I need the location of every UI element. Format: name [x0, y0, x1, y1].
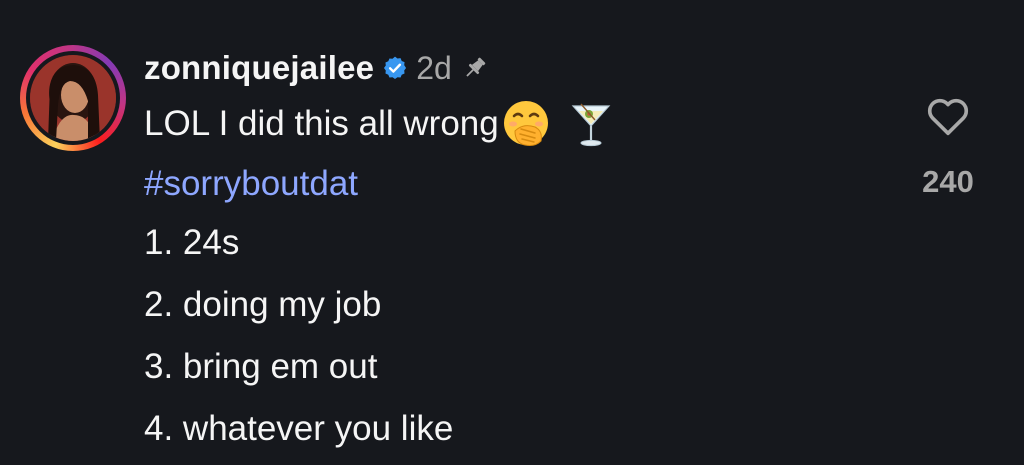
avatar[interactable] [30, 55, 116, 141]
timestamp: 2d [416, 49, 452, 86]
caption-text: LOL I did this all wrong [144, 104, 499, 143]
hashtag-link[interactable]: #sorryboutdat [144, 156, 613, 212]
heart-icon[interactable] [926, 96, 970, 136]
face-with-hand-over-mouth-emoji [501, 99, 551, 149]
comment-body: zonniquejailee 2d LOL I did this all wro… [144, 44, 613, 460]
verified-badge-icon [382, 55, 408, 81]
comment-header: zonniquejailee 2d [144, 44, 613, 92]
pin-icon [462, 55, 488, 81]
cocktail-glass-emoji [569, 100, 613, 148]
list-item: 4. whatever you like [144, 409, 454, 448]
comment-item: zonniquejailee 2d LOL I did this all wro… [0, 0, 1024, 465]
username-link[interactable]: zonniquejailee [144, 49, 374, 87]
story-ring[interactable] [20, 45, 126, 151]
list-item: 1. 24s [144, 223, 240, 262]
list-item: 2. doing my job [144, 285, 382, 324]
avatar-photo [30, 55, 116, 141]
like-area: 240 [908, 96, 988, 200]
like-count[interactable]: 240 [908, 164, 988, 200]
list-item: 3. bring em out [144, 347, 378, 386]
comment-list: 1. 24s 2. doing my job 3. bring em out 4… [144, 212, 613, 460]
comment-caption: LOL I did this all wrong [144, 92, 613, 156]
